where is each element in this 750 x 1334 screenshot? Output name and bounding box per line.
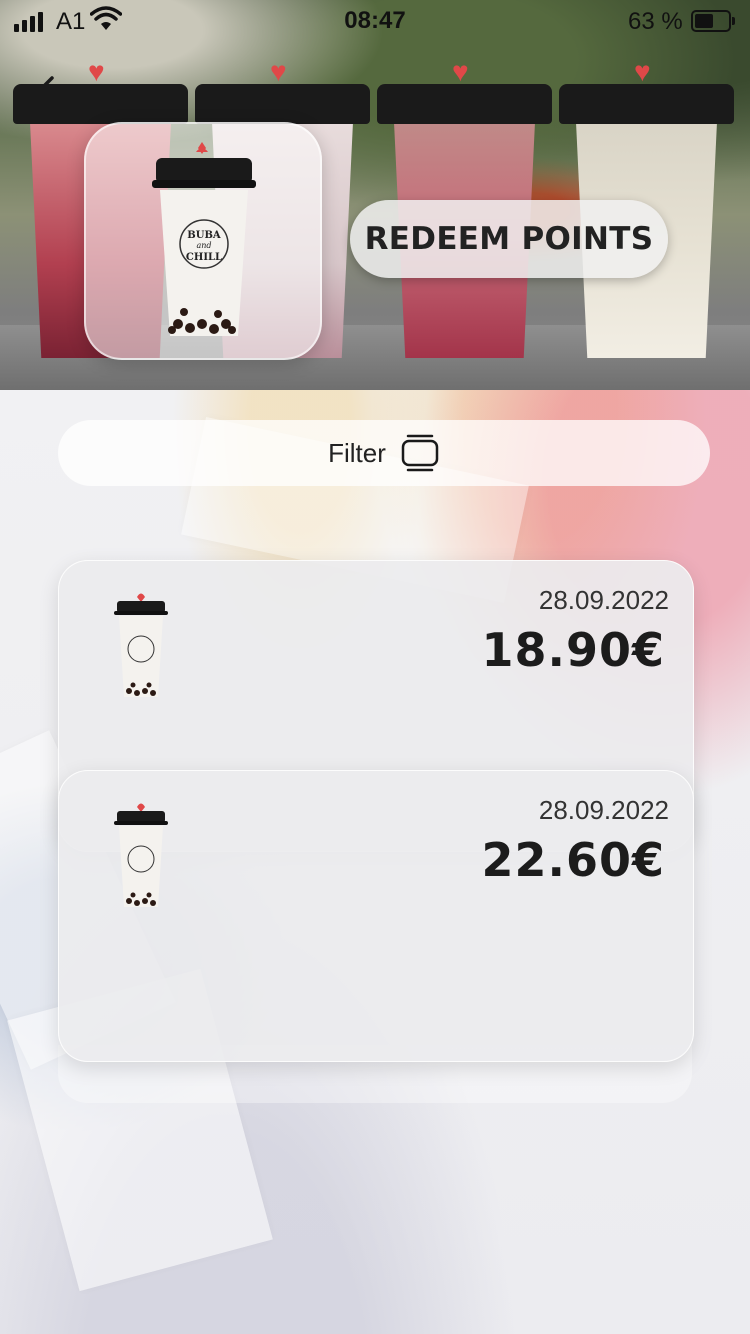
redeem-points-button[interactable]: REDEEM POINTS bbox=[350, 200, 668, 278]
order-date: 28.09.2022 bbox=[538, 585, 669, 615]
status-bar: A1 08:47 63 % bbox=[0, 0, 750, 40]
order-amount: 22.60€ bbox=[481, 833, 665, 887]
battery-icon bbox=[691, 10, 735, 32]
filter-button[interactable]: Filter bbox=[58, 420, 710, 486]
chevron-left-icon bbox=[32, 76, 54, 116]
cards-stack-icon bbox=[401, 434, 439, 472]
brand-logo-line2: and bbox=[196, 241, 211, 250]
order-date: 28.09.2022 bbox=[538, 795, 669, 825]
bubble-tea-cup-icon bbox=[114, 593, 168, 697]
order-card[interactable]: 28.09.2022 22.60€ bbox=[58, 770, 694, 1062]
product-preview-card[interactable]: BUBA and CHILL bbox=[84, 122, 322, 360]
brand-logo-line1: BUBA bbox=[187, 230, 221, 241]
bubble-tea-cup-icon: BUBA and CHILL bbox=[152, 142, 256, 336]
battery-percentage: 63 % bbox=[628, 8, 683, 35]
back-button[interactable] bbox=[28, 74, 58, 129]
filter-label: Filter bbox=[328, 437, 386, 468]
brand-logo-line3: CHILL bbox=[186, 252, 222, 263]
order-amount: 18.90€ bbox=[481, 623, 665, 677]
bubble-tea-cup-icon bbox=[114, 803, 168, 907]
